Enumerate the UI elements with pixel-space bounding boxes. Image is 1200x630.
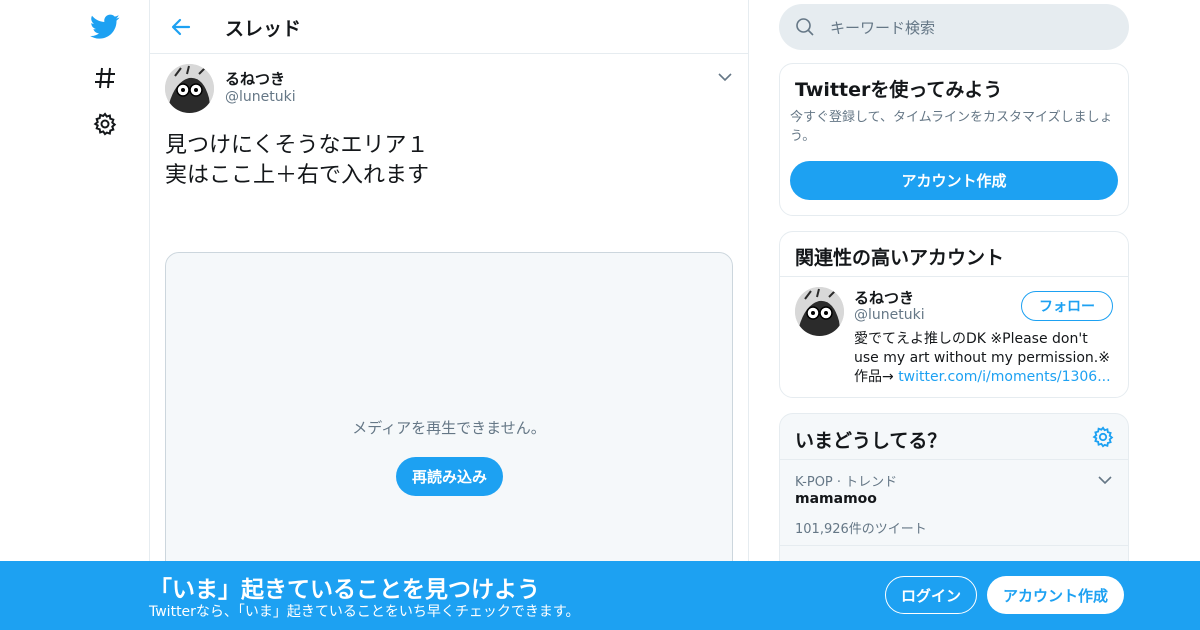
settings-button[interactable] (88, 107, 122, 141)
main-header: スレッド (150, 0, 748, 54)
explore-button[interactable] (88, 61, 122, 95)
create-account-button[interactable]: アカウント作成 (790, 161, 1118, 200)
back-button[interactable] (166, 12, 196, 42)
bottom-bar-title: 「いま」起きていることを見つけよう (149, 577, 540, 603)
tweet: るねつき @lunetuki 見つけにくそうなエリア１ 実はここ上＋右で入れます… (150, 54, 748, 630)
signup-card-title: Twitterを使ってみよう (795, 79, 1003, 101)
avatar[interactable] (795, 287, 844, 336)
follow-button[interactable]: フォロー (1021, 291, 1113, 321)
signup-card-description: 今すぐ登録して、タイムラインをカスタマイズしましょう。 (790, 110, 1113, 144)
main-column: スレッド るねつき @lunetuki 見つけにくそうなエリア１ 実はここ上＋右… (149, 0, 749, 630)
trends-header: いまどうしてる？ (780, 414, 1128, 460)
trend-menu-button[interactable] (1096, 471, 1114, 489)
page-title: スレッド (225, 18, 302, 40)
chevron-down-icon (718, 73, 732, 82)
trend-category: K-POP · トレンド (795, 475, 898, 490)
tweet-menu-button[interactable] (716, 68, 734, 86)
arrow-left-icon (171, 18, 191, 36)
related-accounts-card: 関連性の高いアカウント るねつき @lunetuki フォロー 愛でてえよ推しの… (779, 231, 1129, 398)
avatar-image (795, 287, 844, 336)
page: スレッド るねつき @lunetuki 見つけにくそうなエリア１ 実はここ上＋右… (0, 0, 1200, 630)
search-input[interactable]: キーワード検索 (830, 17, 935, 38)
related-account-name[interactable]: るねつき (854, 287, 914, 308)
tweet-author-name[interactable]: るねつき (225, 68, 285, 89)
signup-button[interactable]: アカウント作成 (987, 576, 1124, 614)
chevron-down-icon (1098, 476, 1112, 485)
signup-card: Twitterを使ってみよう 今すぐ登録して、タイムラインをカスタマイズしましょ… (779, 63, 1129, 216)
trend-item[interactable]: K-POP · トレンド mamamoo 101,926件のツイート (780, 460, 1128, 546)
trend-count: 101,926件のツイート (795, 522, 927, 537)
twitter-logo-button[interactable] (88, 10, 122, 44)
related-accounts-header: 関連性の高いアカウント (780, 232, 1128, 277)
media-error-message: メディアを再生できません。 (352, 419, 546, 437)
reload-button[interactable]: 再読み込み (396, 457, 503, 496)
trend-name: mamamoo (795, 491, 877, 507)
bottom-signup-bar: 「いま」起きていることを見つけよう Twitterなら、「いま」起きていることを… (0, 561, 1200, 630)
search-box[interactable]: キーワード検索 (779, 4, 1129, 50)
tweet-author-handle[interactable]: @lunetuki (225, 89, 296, 105)
related-accounts-title: 関連性の高いアカウント (795, 247, 1005, 269)
gear-icon (93, 112, 117, 136)
gear-icon (1092, 426, 1114, 448)
login-button[interactable]: ログイン (885, 576, 977, 614)
avatar[interactable] (165, 64, 214, 113)
hashtag-icon (95, 67, 115, 89)
twitter-bird-icon (90, 14, 120, 39)
avatar-image (165, 64, 214, 113)
bio-link[interactable]: twitter.com/i/moments/1306... (898, 369, 1110, 385)
related-account-bio: 愛でてえよ推しのDK ※Please don't use my art with… (854, 330, 1116, 387)
search-icon (796, 18, 814, 36)
trends-settings-button[interactable] (1092, 426, 1114, 448)
tweet-text: 見つけにくそうなエリア１ 実はここ上＋右で入れます (165, 133, 430, 188)
bottom-bar-subtitle: Twitterなら、「いま」起きていることをいち早くチェックできます。 (149, 604, 580, 620)
trends-title: いまどうしてる？ (795, 430, 947, 452)
related-account-handle[interactable]: @lunetuki (854, 307, 925, 323)
